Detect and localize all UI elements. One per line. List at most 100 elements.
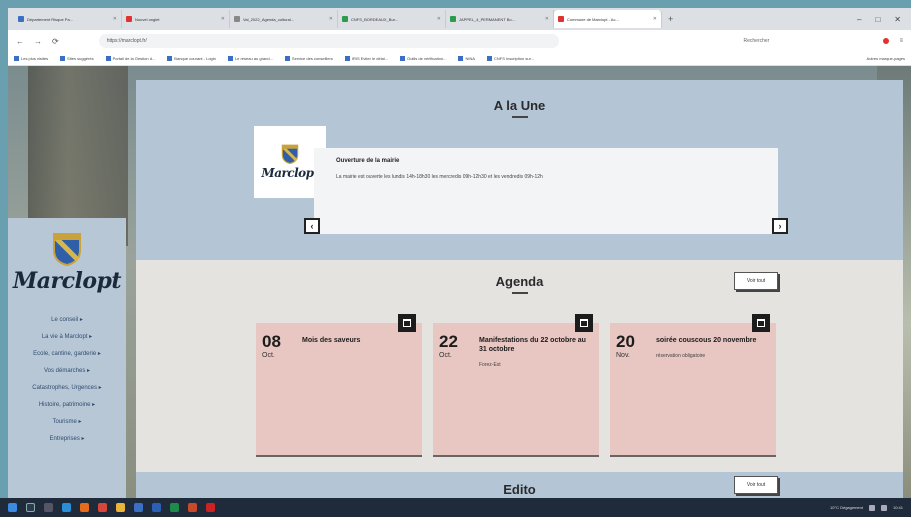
explorer-icon[interactable] — [116, 503, 125, 512]
title-underline — [511, 292, 528, 294]
close-window-button[interactable]: ✕ — [894, 15, 901, 24]
chrome-icon[interactable] — [98, 503, 107, 512]
volume-icon[interactable] — [880, 504, 887, 511]
bookmark[interactable]: Outils de vérification... — [400, 56, 446, 61]
bookmark[interactable]: Service des conseillers — [284, 56, 333, 61]
system-tray: 10°C Dégagement 10:41 — [830, 504, 903, 511]
tab-label: CNFS_BORDEAUX_Bur... — [351, 16, 399, 22]
minimize-button[interactable]: – — [857, 15, 861, 24]
crest-icon[interactable] — [52, 232, 82, 266]
event-card[interactable]: 20 Nov. soirée couscous 20 novembre rése… — [610, 314, 776, 457]
network-icon[interactable] — [868, 504, 875, 511]
agenda-title: Agenda — [495, 274, 544, 289]
new-tab-button[interactable]: + — [668, 14, 673, 24]
une-section: A la Une Marclopt Ouverture de la mairie… — [136, 80, 903, 260]
bookmark[interactable]: Sites suggérés — [60, 56, 94, 61]
bookmark[interactable]: NINA — [458, 56, 475, 61]
crest-icon — [281, 144, 299, 164]
menu-icon[interactable]: ≡ — [899, 38, 903, 44]
tab-favicon-icon — [342, 16, 348, 22]
event-card[interactable]: 22 Oct. Manifestations du 22 octobre au … — [433, 314, 599, 457]
browser-tab[interactable]: Val_2022_Agenda_cultural... ✕ — [230, 10, 338, 28]
bookmark-label: Sites suggérés — [67, 56, 94, 61]
event-card[interactable]: 08 Oct. Mois des saveurs — [256, 314, 422, 457]
event-desc: Forez-Est — [479, 362, 501, 368]
page-viewport: Marclopt Le conseil ▸ La vie à Marclopt … — [8, 66, 911, 498]
weather-text[interactable]: 10°C Dégagement — [830, 505, 863, 510]
powerpoint-icon[interactable] — [188, 503, 197, 512]
news-title[interactable]: Ouverture de la mairie — [336, 158, 756, 164]
mail-icon[interactable] — [134, 503, 143, 512]
carousel-prev-button[interactable]: ‹ — [304, 218, 320, 234]
event-body: soirée couscous 20 novembre réservation … — [652, 333, 770, 445]
reload-button[interactable]: ⟳ — [52, 37, 59, 46]
menu-item-demarches[interactable]: Vos démarches ▸ — [17, 367, 117, 375]
carousel-next-button[interactable]: › — [772, 218, 788, 234]
close-tab-icon[interactable]: ✕ — [437, 16, 441, 22]
bookmark-icon — [227, 56, 233, 61]
calendar-icon[interactable] — [575, 314, 593, 332]
menu-item-histoire[interactable]: Histoire, patrimoine ▸ — [17, 401, 117, 409]
browser-nav-bar: ← → ⟳ https://marclopt.fr/ Rechercher ≡ — [8, 30, 911, 52]
agenda-voir-tout-button[interactable]: Voir tout — [734, 272, 778, 290]
menu-item-entreprises[interactable]: Entreprises ▸ — [17, 435, 117, 443]
menu-item-catastrophes[interactable]: Catastrophes, Urgences ▸ — [17, 384, 117, 392]
close-tab-icon[interactable]: ✕ — [329, 16, 333, 22]
close-tab-icon[interactable]: ✕ — [221, 16, 225, 22]
back-button[interactable]: ← — [16, 37, 24, 46]
menu-item-vie[interactable]: La vie à Marclopt ▸ — [17, 333, 117, 341]
firefox-icon[interactable] — [80, 503, 89, 512]
windows-taskbar: 10°C Dégagement 10:41 — [0, 498, 911, 517]
close-tab-icon[interactable]: ✕ — [653, 16, 657, 22]
windows-start-icon[interactable] — [8, 503, 17, 512]
extension-icon[interactable] — [883, 38, 890, 44]
bookmark-icon — [60, 56, 66, 61]
clock-text[interactable]: 10:41 — [893, 505, 903, 510]
menu-item-conseil[interactable]: Le conseil ▸ — [17, 316, 117, 324]
bookmark-label: Les plus visités — [21, 56, 49, 61]
search-box[interactable]: Rechercher — [743, 38, 873, 44]
other-bookmarks[interactable]: Autres marque-pages — [867, 56, 905, 61]
event-body: Manifestations du 22 octobre au 31 octob… — [475, 333, 593, 445]
word-icon[interactable] — [152, 503, 161, 512]
browser-tab-active[interactable]: Commune de Marclopt - Ac... ✕ — [554, 10, 662, 28]
acrobat-icon[interactable] — [206, 503, 215, 512]
bookmark[interactable]: Portail de la Gestion d... — [105, 56, 155, 61]
menu-item-tourisme[interactable]: Tourisme ▸ — [17, 418, 117, 426]
bookmark-label: Service des conseillers — [291, 56, 333, 61]
event-title[interactable]: Mois des saveurs — [302, 336, 416, 345]
bookmark[interactable]: IRIS Eviter le délai... — [344, 56, 388, 61]
bookmark[interactable]: Les plus visités — [14, 56, 48, 61]
forward-button[interactable]: → — [34, 37, 42, 46]
menu-item-ecole[interactable]: Ecole, cantine, garderie ▸ — [17, 350, 117, 358]
event-month: Nov. — [616, 352, 630, 359]
browser-tab[interactable]: Département Risque Pa... ✕ — [14, 10, 122, 28]
calendar-icon[interactable] — [752, 314, 770, 332]
event-title[interactable]: Manifestations du 22 octobre au 31 octob… — [479, 336, 593, 354]
une-title: A la Une — [493, 98, 546, 113]
news-card[interactable]: Ouverture de la mairie La mairie est ouv… — [314, 148, 778, 234]
bookmark[interactable]: Banque courant - Login — [167, 56, 216, 61]
calendar-icon[interactable] — [398, 314, 416, 332]
close-tab-icon[interactable]: ✕ — [545, 16, 549, 22]
excel-icon[interactable] — [170, 503, 179, 512]
event-title[interactable]: soirée couscous 20 novembre — [656, 336, 770, 345]
bookmark-label: CNFS Inscription sur... — [494, 56, 535, 61]
edge-icon[interactable] — [62, 503, 71, 512]
maximize-button[interactable]: □ — [875, 15, 880, 24]
edito-title: Edito — [503, 482, 536, 497]
bookmark[interactable]: CNFS Inscription sur... — [487, 56, 534, 61]
event-date: 22 Oct. — [439, 333, 475, 445]
browser-tab[interactable]: CNFS_BORDEAUX_Bur... ✕ — [338, 10, 446, 28]
bookmark[interactable]: Le réseau au grand... — [227, 56, 273, 61]
close-tab-icon[interactable]: ✕ — [113, 16, 117, 22]
bookmark-icon — [105, 56, 111, 61]
search-icon[interactable] — [26, 503, 35, 512]
edito-voir-tout-button[interactable]: Voir tout — [734, 476, 778, 494]
address-bar[interactable]: https://marclopt.fr/ — [98, 34, 559, 48]
browser-tab[interactable]: Nouvel onglet ✕ — [122, 10, 230, 28]
task-view-icon[interactable] — [44, 503, 53, 512]
site-logo-text[interactable]: Marclopt — [13, 268, 122, 294]
browser-tab[interactable]: JAPPEL_4_PERMANENT Bo... ✕ — [446, 10, 554, 28]
event-body: Mois des saveurs — [298, 333, 416, 445]
